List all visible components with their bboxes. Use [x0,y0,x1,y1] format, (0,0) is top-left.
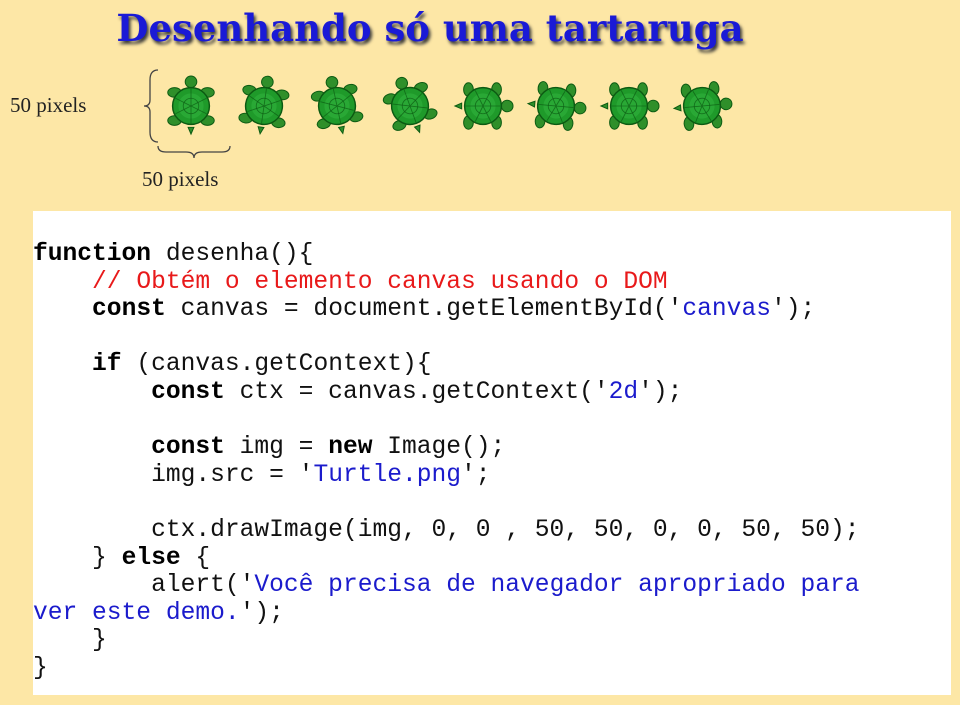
code-token: ctx.drawImage(img, 0, 0 , 50, 50, 0, 0, … [151,516,860,544]
code-token: img.src = ' [151,461,314,489]
turtle-icon [382,76,438,134]
code-string: ver este demo. [33,599,240,627]
code-string: 2d [608,378,639,406]
code-token: desenha(){ [151,241,314,268]
code-block: function desenha(){ // Obtém o elemento … [33,241,933,683]
width-brace [157,145,231,159]
code-token: (canvas.getContext){ [121,351,432,379]
code-token: if [92,351,122,379]
code-token: alert(' [151,572,255,600]
turtle-icon [526,81,587,131]
turtle-icon [167,75,215,136]
code-token: '); [638,378,683,406]
code-token: } [92,544,122,572]
turtle-icon [310,76,364,135]
turtle-icon [599,82,660,130]
code-string: Turtle.png [313,461,462,489]
code-token: new [328,434,373,462]
turtle-icon [238,75,290,136]
code-token: } [92,627,107,655]
code-token: canvas = document.getElementById(' [165,296,683,324]
code-token: ctx = canvas.getContext(' [224,378,609,406]
turtle-icon [453,82,514,130]
code-token: const [151,434,225,462]
code-token: const [92,296,166,324]
code-token: Image(); [372,434,506,462]
code-token: '); [239,599,284,627]
code-token: img = [224,434,329,462]
width-label: 50 pixels [142,167,219,191]
code-token: { [180,544,211,572]
code-token: else [121,544,181,572]
height-brace [143,69,159,143]
code-token: '); [770,296,816,324]
code-token: } [33,654,48,682]
code-string: canvas [682,296,771,324]
code-token: '; [461,461,491,489]
code-comment: // Obtém o elemento canvas usando o DOM [92,268,668,296]
code-string: Você precisa de navegador apropriado par… [254,572,860,600]
turtle-icon [672,81,733,131]
code-token: const [151,378,225,406]
code-panel: function desenha(){ // Obtém o elemento … [33,211,951,695]
code-token: function [33,241,152,268]
